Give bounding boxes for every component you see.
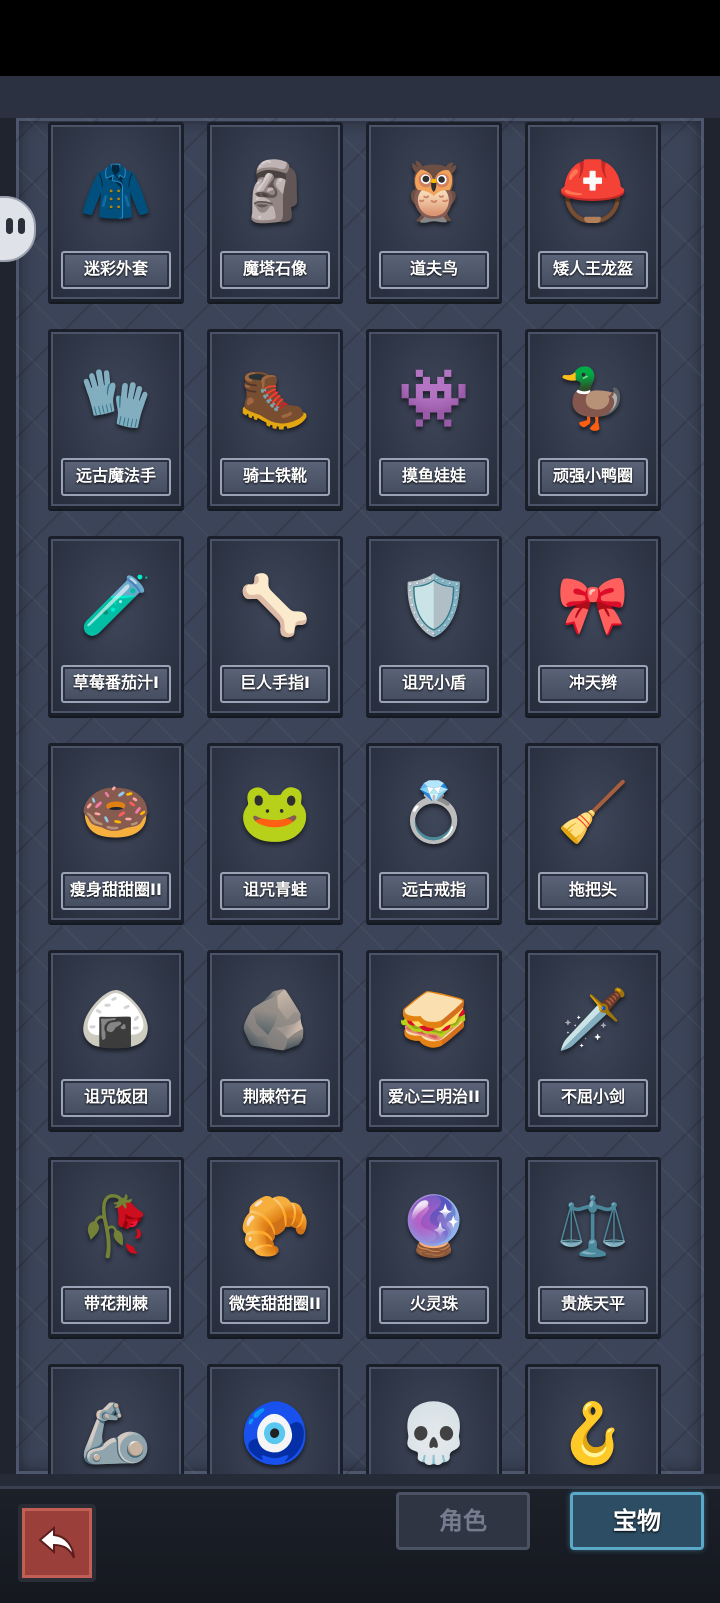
treasure-card[interactable]: 🐸 诅咒青蛙 [207,743,343,923]
treasure-card[interactable]: ⛑️ 矮人王龙盔 [525,122,661,302]
treasure-card[interactable]: 🧥 迷彩外套 [48,122,184,302]
treasure-name: 远古戒指 [379,872,489,910]
owl-icon: 🦉 [397,157,471,225]
treasure-name: 拖把头 [538,872,648,910]
treasure-card[interactable]: 🦉 道夫鸟 [366,122,502,302]
sword-icon: 🗡️ [556,985,630,1053]
treasure-card[interactable]: 💍 远古戒指 [366,743,502,923]
treasure-card[interactable]: 👾 摸鱼娃娃 [366,329,502,509]
giant-finger-icon: 🦴 [238,571,312,639]
treasure-card[interactable]: 🥐 微笑甜甜圈II [207,1157,343,1337]
flower-thorn-icon: 🥀 [79,1192,153,1260]
magic-hand-icon: 🧤 [79,364,153,432]
treasure-name: 诅咒小盾 [379,665,489,703]
doll-icon: 👾 [397,364,471,432]
treasure-name: 顽强小鸭圈 [538,458,648,496]
treasure-name: 矮人王龙盔 [538,251,648,289]
scales-icon: ⚖️ [556,1192,630,1260]
mop-icon: 🧹 [556,778,630,846]
treasure-name: 瘦身甜甜圈II [61,872,171,910]
stone-statue-icon: 🗿 [238,157,312,225]
treasure-name: 远古魔法手 [61,458,171,496]
potion-icon: 🧪 [79,571,153,639]
treasure-card[interactable]: 🗡️ 不屈小剑 [525,950,661,1130]
frog-icon: 🐸 [238,778,312,846]
helmet-icon: ⛑️ [556,157,630,225]
treasure-name: 草莓番茄汁I [61,665,171,703]
treasure-card[interactable]: ⚖️ 贵族天平 [525,1157,661,1337]
treasure-card[interactable]: 🎀 冲天辫 [525,536,661,716]
jacket-icon: 🧥 [79,157,153,225]
smile-donut-icon: 🥐 [238,1192,312,1260]
treasure-name: 贵族天平 [538,1286,648,1324]
treasure-name: 荆棘符石 [220,1079,330,1117]
left-edge [0,118,16,1474]
treasure-card[interactable]: 🥀 带花荆棘 [48,1157,184,1337]
treasure-name: 摸鱼娃娃 [379,458,489,496]
treasure-name: 诅咒青蛙 [220,872,330,910]
status-bar [0,0,720,76]
treasure-card[interactable]: 💀 [366,1364,502,1474]
treasure-name: 带花荆棘 [61,1286,171,1324]
treasure-name: 魔塔石像 [220,251,330,289]
tab-treasure[interactable]: 宝物 [570,1492,704,1550]
treasure-name: 爱心三明治II [379,1079,489,1117]
back-button[interactable] [18,1504,96,1582]
duck-ring-icon: 🦆 [556,364,630,432]
treasure-card[interactable]: 🗿 魔塔石像 [207,122,343,302]
treasure-card[interactable]: 🧹 拖把头 [525,743,661,923]
treasure-name: 道夫鸟 [379,251,489,289]
claw-icon: 🪝 [556,1399,630,1467]
treasure-name: 不屈小剑 [538,1079,648,1117]
treasure-name: 迷彩外套 [61,251,171,289]
treasure-card[interactable]: 🛡️ 诅咒小盾 [366,536,502,716]
amulet-icon: 🧿 [238,1399,312,1467]
treasure-card[interactable]: 🧿 [207,1364,343,1474]
treasure-grid-panel[interactable]: 🧥 迷彩外套 🗿 魔塔石像 🦉 道夫鸟 ⛑️ 矮人王龙盔 🧤 远古魔法手 🥾 骑士铁靴 👾 摸鱼娃娃 🦆 顽强… [16,118,704,1474]
right-edge [704,118,720,1474]
return-arrow-icon [38,1525,75,1559]
treasure-name: 巨人手指I [220,665,330,703]
ring-icon: 💍 [397,778,471,846]
treasure-card[interactable]: 🦾 [48,1364,184,1474]
treasure-name: 骑士铁靴 [220,458,330,496]
treasure-card[interactable]: 🧪 草莓番茄汁I [48,536,184,716]
donut-icon: 🍩 [79,778,153,846]
treasure-card[interactable]: 🥪 爱心三明治II [366,950,502,1130]
iron-boots-icon: 🥾 [238,364,312,432]
treasure-card[interactable]: 🦆 顽强小鸭圈 [525,329,661,509]
treasure-card[interactable]: 🦴 巨人手指I [207,536,343,716]
treasure-name: 微笑甜甜圈II [220,1286,330,1324]
armor-icon: 🦾 [79,1399,153,1467]
treasure-name: 诅咒饭团 [61,1079,171,1117]
fire-orb-icon: 🔮 [397,1192,471,1260]
treasure-card[interactable]: 🍩 瘦身甜甜圈II [48,743,184,923]
treasure-card[interactable]: 🍙 诅咒饭团 [48,950,184,1130]
cursed-shield-icon: 🛡️ [397,571,471,639]
treasure-card[interactable]: 🥾 骑士铁靴 [207,329,343,509]
rice-ball-icon: 🍙 [79,985,153,1053]
treasure-name: 冲天辫 [538,665,648,703]
tab-role[interactable]: 角色 [396,1492,530,1550]
sandwich-icon: 🥪 [397,985,471,1053]
treasure-card[interactable]: 🔮 火灵珠 [366,1157,502,1337]
treasure-card[interactable]: 🪨 荆棘符石 [207,950,343,1130]
treasure-card[interactable]: 🪝 [525,1364,661,1474]
skull-jar-icon: 💀 [397,1399,471,1467]
pigtail-icon: 🎀 [556,571,630,639]
treasure-card[interactable]: 🧤 远古魔法手 [48,329,184,509]
treasure-name: 火灵珠 [379,1286,489,1324]
rune-stone-icon: 🪨 [238,985,312,1053]
